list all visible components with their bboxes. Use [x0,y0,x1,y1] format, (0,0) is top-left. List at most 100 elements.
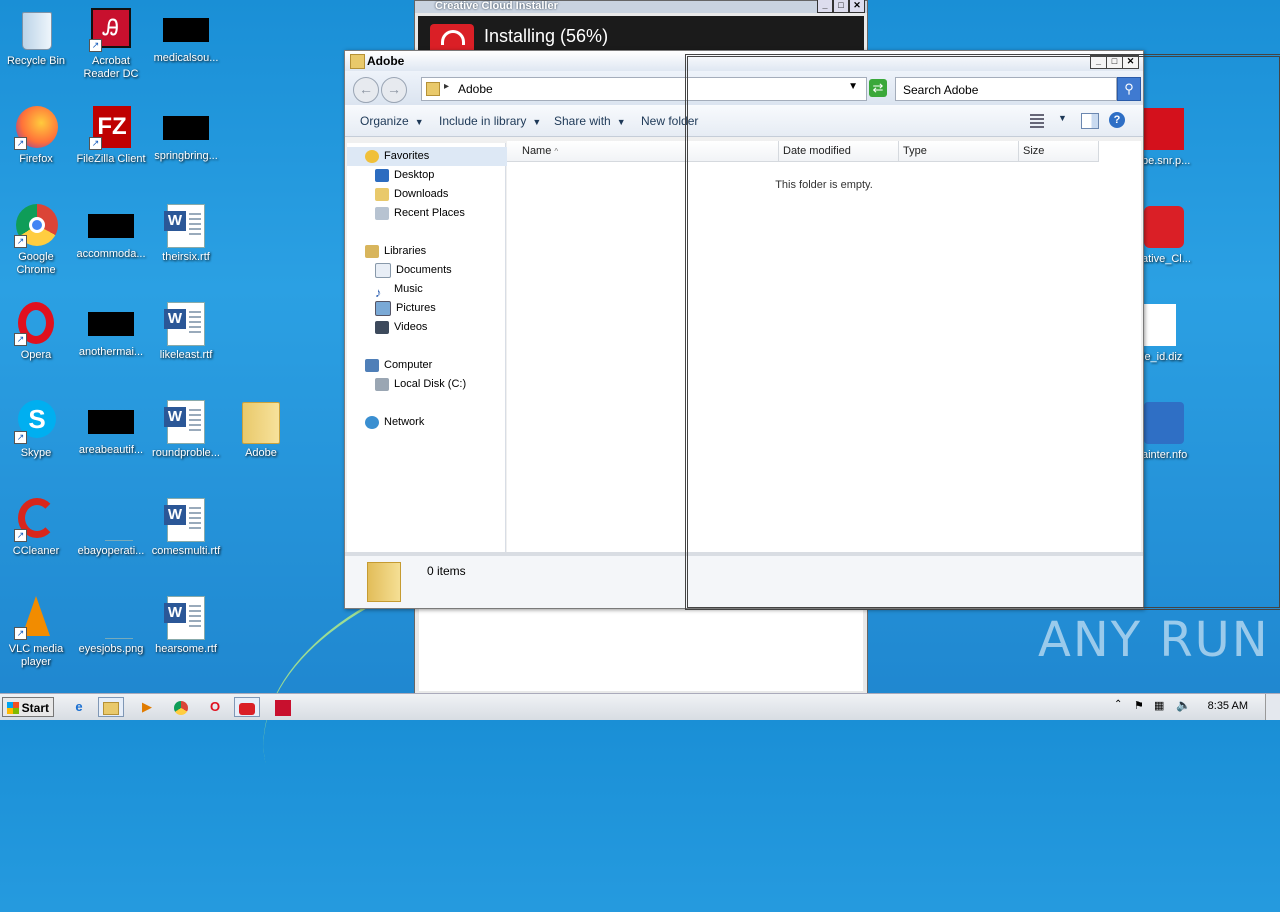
desktop-file-icon[interactable]: be.snr.p... [1142,108,1202,167]
desktop-icon-label: Google Chrome [16,251,56,276]
minimize-button[interactable]: _ [817,0,833,13]
desktop-file-icon[interactable]: ainter.nfo [1142,402,1202,461]
include-in-library-button[interactable]: Include in library ▼ [439,114,541,128]
volume-icon[interactable]: 🔈 [1176,698,1191,712]
nav-music[interactable]: ♪ Music [347,280,423,300]
nav-downloads[interactable]: Downloads [347,185,448,204]
column-header-type[interactable]: Type [899,141,1019,162]
desktop-file-icon[interactable]: areabeautif... [73,400,149,457]
desktop-file-icon[interactable]: ative_Cl... [1142,206,1202,265]
desktop-file-icon[interactable]: le_id.diz [1142,304,1202,363]
rtf-file-icon[interactable]: W roundproble... [148,400,224,460]
nav-favorites[interactable]: Favorites [347,147,519,166]
nav-network[interactable]: Network [347,413,424,432]
taskbar: Start e ▶ O ⌃ ⚑ ▦ 🔈 8:35 AM [0,693,1280,720]
folder-icon [426,82,440,96]
rtf-file-icon[interactable]: W theirsix.rtf [148,204,224,264]
nav-pictures[interactable]: Pictures [347,299,436,318]
view-dropdown-icon[interactable]: ▼ [1058,113,1067,123]
acrobat-reader-icon[interactable]: Ꭿ ↗ Acrobat Reader DC [73,8,149,81]
network-tray-icon[interactable]: ▦ [1154,699,1164,712]
address-path[interactable]: Adobe [458,82,493,96]
refresh-icon[interactable]: ⇄ [869,79,887,97]
nav-documents[interactable]: Documents [347,261,452,280]
nav-recent-places[interactable]: Recent Places [347,204,465,223]
internet-explorer-icon[interactable]: e [66,697,92,717]
system-tray: ⌃ ⚑ ▦ 🔈 8:35 AM [1108,694,1280,720]
desktop-file-icon[interactable]: medicalsou... [148,8,224,65]
desktop-file-icon[interactable]: springbring... [148,106,224,163]
start-label: Start [21,701,49,715]
flag-icon[interactable]: ⚑ [1134,699,1144,712]
search-icon[interactable]: ⚲ [1117,77,1141,101]
opera-icon[interactable]: ↗ Opera [0,302,74,362]
nav-desktop[interactable]: Desktop [347,166,434,185]
rtf-file-icon[interactable]: W hearsome.rtf [148,596,224,656]
desktop-file-icon[interactable]: ebayoperati... [73,498,149,558]
minimize-button[interactable]: _ [1090,55,1107,69]
clock[interactable]: 8:35 AM [1208,700,1248,712]
help-icon[interactable]: ? [1109,112,1125,128]
view-options-icon[interactable] [1030,114,1044,128]
maximize-button[interactable]: □ [833,0,849,13]
vlc-icon[interactable]: ↗ VLC media player [0,596,74,669]
show-hidden-icons-icon[interactable]: ⌃ [1114,699,1122,710]
nav-videos[interactable]: Videos [347,318,427,337]
caret-down-icon: ▼ [532,117,542,127]
desktop-file-icon[interactable]: accommoda... [73,204,149,261]
rtf-file-icon[interactable]: W comesmulti.rtf [148,498,224,558]
cc-titlebar[interactable]: Creative Cloud Installer _ □ ✕ [415,0,867,13]
word-document-icon: W [164,204,205,248]
rtf-file-icon[interactable]: W likeleast.rtf [148,302,224,362]
skype-icon[interactable]: S ↗ Skype [0,400,74,460]
column-header-name[interactable]: Name ^ [507,141,779,162]
google-chrome-icon[interactable]: ↗ Google Chrome [0,204,74,277]
nav-libraries-label: Libraries [384,245,427,257]
filezilla-icon[interactable]: FZ ↗ FileZilla Client [73,106,149,166]
start-button[interactable]: Start [2,697,54,717]
column-header-date[interactable]: Date modified [779,141,899,162]
recycle-bin-icon[interactable]: Recycle Bin [0,8,74,68]
desktop-file-icon[interactable]: anothermai... [73,302,149,359]
anyrun-watermark: ANY RUN [1038,612,1270,668]
desktop-icon-label: CCleaner [12,545,60,557]
file-list[interactable]: Name ^ Date modified Type Size This fold… [507,141,1141,555]
show-desktop-button[interactable] [1265,694,1280,720]
media-player-icon[interactable]: ▶ [134,697,160,717]
nav-local-disk[interactable]: Local Disk (C:) [347,375,466,394]
acrobat-taskbar-icon[interactable] [270,697,296,717]
chevron-right-icon[interactable]: ▸ [444,81,449,92]
maximize-button[interactable]: □ [1106,55,1123,69]
search-input[interactable] [901,80,1095,100]
chevron-down-icon[interactable]: ▼ [848,81,858,92]
explorer-window[interactable]: Adobe _ □ ✕ ← → ▸ Adobe ▼ ⇄ ⚲ Organize ▼ … [344,50,1144,609]
nav-libraries[interactable]: Libraries [347,242,426,261]
adobe-folder-icon[interactable]: Adobe [223,400,299,460]
explorer-titlebar[interactable]: Adobe _ □ ✕ [345,51,1143,71]
share-with-button[interactable]: Share with ▼ [554,114,626,128]
desktop-icon-label: ative_Cl... [1142,253,1191,265]
column-header-size[interactable]: Size [1019,141,1099,162]
desktop-icon-label: eyesjobs.png [78,643,144,655]
creative-cloud-taskbar-icon[interactable] [234,697,260,717]
chrome-taskbar-icon[interactable] [168,697,194,717]
nav-computer[interactable]: Computer [347,356,432,375]
ccleaner-icon[interactable]: ↗ CCleaner [0,498,74,558]
details-pane: 0 items [345,552,1143,608]
close-button[interactable]: ✕ [1122,55,1139,69]
window-title: Adobe [367,54,405,68]
shortcut-arrow-icon: ↗ [14,137,27,150]
firefox-icon[interactable]: ↗ Firefox [0,106,74,166]
organize-button[interactable]: Organize ▼ [360,114,424,128]
preview-pane-icon[interactable] [1081,113,1099,129]
explorer-taskbar-icon[interactable] [98,697,124,717]
address-bar[interactable]: ▸ Adobe ▼ [421,77,867,101]
close-button[interactable]: ✕ [849,0,865,13]
forward-button[interactable]: → [381,77,407,103]
back-button[interactable]: ← [353,77,379,103]
creative-cloud-icon [1144,206,1184,248]
new-folder-button[interactable]: New folder [641,114,698,128]
search-box[interactable] [895,77,1117,101]
png-file-icon[interactable]: eyesjobs.png [73,596,149,656]
opera-taskbar-icon[interactable]: O [202,697,228,717]
